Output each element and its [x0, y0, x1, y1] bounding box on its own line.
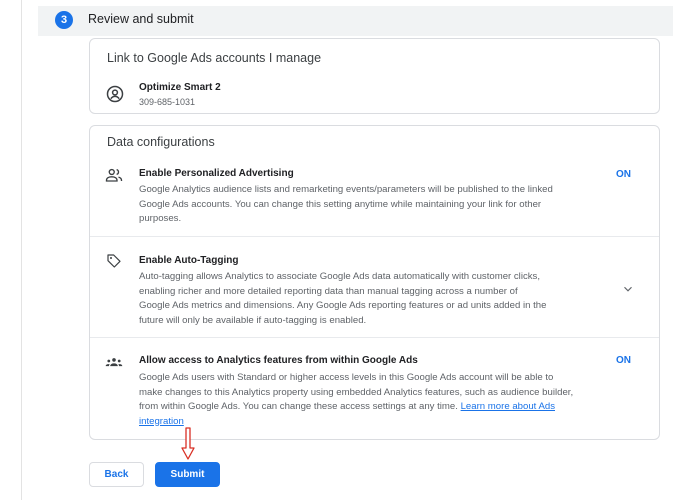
left-rail	[0, 0, 22, 500]
people-icon	[105, 168, 123, 182]
setting-description: Auto-tagging allows Analytics to associa…	[139, 271, 547, 326]
setting-title: Enable Personalized Advertising	[139, 168, 294, 179]
setting-description: Google Analytics audience lists and rema…	[139, 184, 553, 224]
chevron-down-icon[interactable]	[621, 282, 635, 296]
setting-auto-tagging[interactable]: Enable Auto-Tagging Auto-tagging allows …	[90, 237, 659, 338]
red-arrow-annotation	[181, 427, 195, 460]
ads-link-card: Link to Google Ads accounts I manage Opt…	[89, 38, 660, 114]
account-id: 309-685-1031	[139, 97, 196, 107]
account-circle-icon	[106, 85, 124, 103]
setting-status-toggle[interactable]: ON	[616, 355, 631, 366]
tag-icon	[107, 254, 121, 268]
account-name: Optimize Smart 2	[139, 82, 221, 93]
setting-title: Enable Auto-Tagging	[139, 255, 239, 266]
submit-button[interactable]: Submit	[155, 462, 220, 487]
data-config-title: Data configurations	[107, 135, 215, 149]
step-title: Review and submit	[88, 12, 194, 26]
setting-title: Allow access to Analytics features from …	[139, 355, 418, 366]
setting-status-toggle[interactable]: ON	[616, 169, 631, 180]
setting-description: Google Ads users with Standard or higher…	[139, 371, 579, 429]
data-configurations-card: Data configurations Enable Personalized …	[89, 125, 660, 440]
groups-icon	[105, 358, 123, 367]
ads-link-title: Link to Google Ads accounts I manage	[107, 51, 322, 65]
step-header: 3 Review and submit	[38, 6, 673, 36]
back-button[interactable]: Back	[89, 462, 144, 487]
setting-personalized-advertising: Enable Personalized Advertising Google A…	[90, 160, 659, 237]
setting-analytics-access: Allow access to Analytics features from …	[90, 338, 659, 438]
step-number-badge: 3	[55, 11, 73, 29]
